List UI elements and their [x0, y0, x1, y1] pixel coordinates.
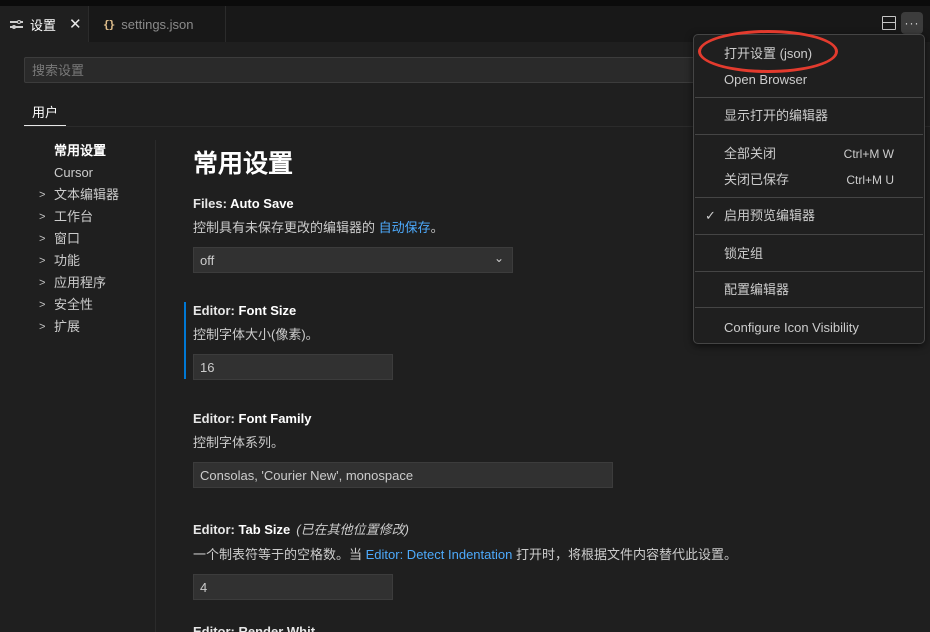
- check-icon: ✓: [705, 208, 716, 223]
- menu-item-label: 全部关闭: [724, 146, 777, 161]
- desc-text: 打开时，将根据文件内容替代此设置。: [512, 547, 737, 562]
- tab-size-input[interactable]: 4: [193, 574, 393, 600]
- chevron-right-icon: >: [39, 211, 46, 223]
- toc-item-label: 常用设置: [54, 143, 107, 158]
- detect-indentation-link[interactable]: Editor: Detect Indentation: [366, 547, 513, 562]
- toc-item-common[interactable]: 常用设置: [36, 140, 156, 162]
- font-family-input[interactable]: Consolas, 'Courier New', monospace: [193, 462, 613, 488]
- setting-tab-size: Editor: Tab Size (已在其他位置修改) 一个制表符等于的空格数。当…: [193, 519, 753, 600]
- setting-key: Auto Save: [230, 196, 294, 211]
- chevron-down-icon: ⌄: [493, 251, 504, 265]
- tab-user-settings[interactable]: 用户: [24, 99, 66, 126]
- toc-item-label: 文本编辑器: [54, 187, 120, 202]
- chevron-right-icon: >: [39, 233, 46, 245]
- split-editor-icon[interactable]: [882, 16, 896, 30]
- setting-render-whitespace: Editor: Render Whit: [193, 624, 493, 632]
- annotation-ellipse: [698, 30, 838, 73]
- menu-item-configure-icon-visibility[interactable]: Configure Icon Visibility: [694, 316, 924, 340]
- chevron-right-icon: >: [39, 277, 46, 289]
- toc-item-window[interactable]: > 窗口: [36, 228, 156, 250]
- setting-description: 一个制表符等于的空格数。当 Editor: Detect Indentation…: [193, 544, 753, 563]
- toc-item-label: 窗口: [54, 231, 81, 246]
- menu-separator: [695, 307, 923, 308]
- setting-title: Editor: Font Family: [193, 411, 613, 426]
- toc-item-extensions[interactable]: > 扩展: [36, 316, 156, 338]
- desc-text: 控制具有未保存更改的编辑器的: [193, 220, 379, 235]
- toc-item-label: 应用程序: [54, 275, 107, 290]
- setting-key: Tab Size: [238, 522, 291, 537]
- menu-item-label: 关闭已保存: [724, 172, 790, 187]
- chevron-right-icon: >: [39, 299, 46, 311]
- menu-separator: [695, 97, 923, 98]
- toc-item-label: 安全性: [54, 297, 94, 312]
- keybinding: Ctrl+M U: [846, 173, 894, 187]
- select-value: off: [200, 253, 215, 268]
- toc-item-features[interactable]: > 功能: [36, 250, 156, 272]
- desc-text: 一个制表符等于的空格数。当: [193, 547, 366, 562]
- menu-item-lock-group[interactable]: 锁定组: [694, 242, 924, 266]
- setting-category: Files:: [193, 196, 231, 211]
- setting-title: Editor: Render Whit: [193, 624, 316, 632]
- setting-font-family: Editor: Font Family 控制字体系列。 Consolas, 'C…: [193, 411, 613, 488]
- menu-item-show-opened-editors[interactable]: 显示打开的编辑器: [694, 104, 924, 128]
- menu-separator: [695, 197, 923, 198]
- font-size-input[interactable]: 16: [193, 354, 393, 380]
- toc-divider: [155, 140, 156, 632]
- toc-item-label: 扩展: [54, 319, 81, 334]
- search-settings-input[interactable]: [24, 57, 724, 83]
- setting-description: 控制具有未保存更改的编辑器的 自动保存。: [193, 217, 513, 236]
- menu-item-label: 启用预览编辑器: [724, 208, 816, 223]
- menu-item-configure-editors[interactable]: 配置编辑器: [694, 278, 924, 302]
- menu-separator: [695, 271, 923, 272]
- setting-category: Editor:: [193, 411, 239, 426]
- menu-separator: [695, 234, 923, 235]
- more-actions-icon[interactable]: ···: [901, 12, 923, 34]
- menu-separator: [695, 134, 923, 135]
- toc-item-cursor[interactable]: Cursor: [36, 162, 156, 184]
- close-icon[interactable]: ✕: [69, 17, 82, 32]
- tab-settings[interactable]: 设置 ✕: [0, 6, 89, 42]
- chevron-right-icon: >: [39, 255, 46, 267]
- toc-item-application[interactable]: > 应用程序: [36, 272, 156, 294]
- tab-settings-json-label: settings.json: [121, 16, 194, 32]
- setting-description: 控制字体大小(像素)。: [193, 327, 319, 342]
- desc-text: 。: [430, 220, 444, 235]
- menu-item-close-all[interactable]: 全部关闭 Ctrl+M W: [694, 142, 924, 166]
- json-icon: {}: [103, 17, 115, 31]
- toc-item-label: 功能: [54, 253, 81, 268]
- toc-item-label: Cursor: [54, 165, 94, 180]
- toc-item-text-editor[interactable]: > 文本编辑器: [36, 184, 156, 206]
- modified-elsewhere-link[interactable]: (已在其他位置修改): [296, 522, 409, 537]
- setting-font-size: Editor: Font Size 控制字体大小(像素)。 16: [193, 303, 393, 380]
- page-title: 常用设置: [193, 150, 294, 178]
- tab-settings-label: 设置: [30, 17, 57, 33]
- setting-category: Editor:: [193, 522, 239, 537]
- setting-title: Editor: Font Size: [193, 303, 393, 318]
- setting-title: Files: Auto Save: [193, 196, 513, 211]
- chevron-right-icon: >: [39, 321, 46, 333]
- keybinding: Ctrl+M W: [843, 147, 894, 161]
- menu-item-open-browser[interactable]: Open Browser: [694, 68, 924, 92]
- settings-icon: [10, 18, 23, 30]
- setting-category: Editor:: [193, 303, 239, 318]
- tab-settings-json[interactable]: {} settings.json: [89, 6, 226, 42]
- more-actions-menu: 打开设置 (json) Open Browser 显示打开的编辑器 全部关闭 Ct…: [693, 34, 925, 344]
- setting-description: 控制字体系列。: [193, 435, 285, 450]
- auto-save-select[interactable]: off ⌄: [193, 247, 513, 273]
- focus-indicator: [184, 302, 186, 379]
- chevron-right-icon: >: [39, 189, 46, 201]
- setting-key: Font Size: [238, 303, 297, 318]
- toc-item-security[interactable]: > 安全性: [36, 294, 156, 316]
- menu-item-close-saved[interactable]: 关闭已保存 Ctrl+M U: [694, 168, 924, 192]
- setting-key: Font Family: [238, 411, 312, 426]
- toc-item-label: 工作台: [54, 209, 94, 224]
- settings-toc: 常用设置 Cursor > 文本编辑器 > 工作台 > 窗口 > 功能 > 应用程序 > 安…: [36, 140, 156, 338]
- menu-item-enable-preview[interactable]: ✓ 启用预览编辑器: [694, 204, 924, 228]
- toc-item-workbench[interactable]: > 工作台: [36, 206, 156, 228]
- setting-title: Editor: Tab Size (已在其他位置修改): [193, 519, 753, 538]
- setting-auto-save: Files: Auto Save 控制具有未保存更改的编辑器的 自动保存。 of…: [193, 196, 513, 273]
- settings-editor: 设置 ✕ {} settings.json ··· 用户 常用设置 Cursor…: [0, 0, 930, 632]
- auto-save-link[interactable]: 自动保存: [379, 220, 431, 235]
